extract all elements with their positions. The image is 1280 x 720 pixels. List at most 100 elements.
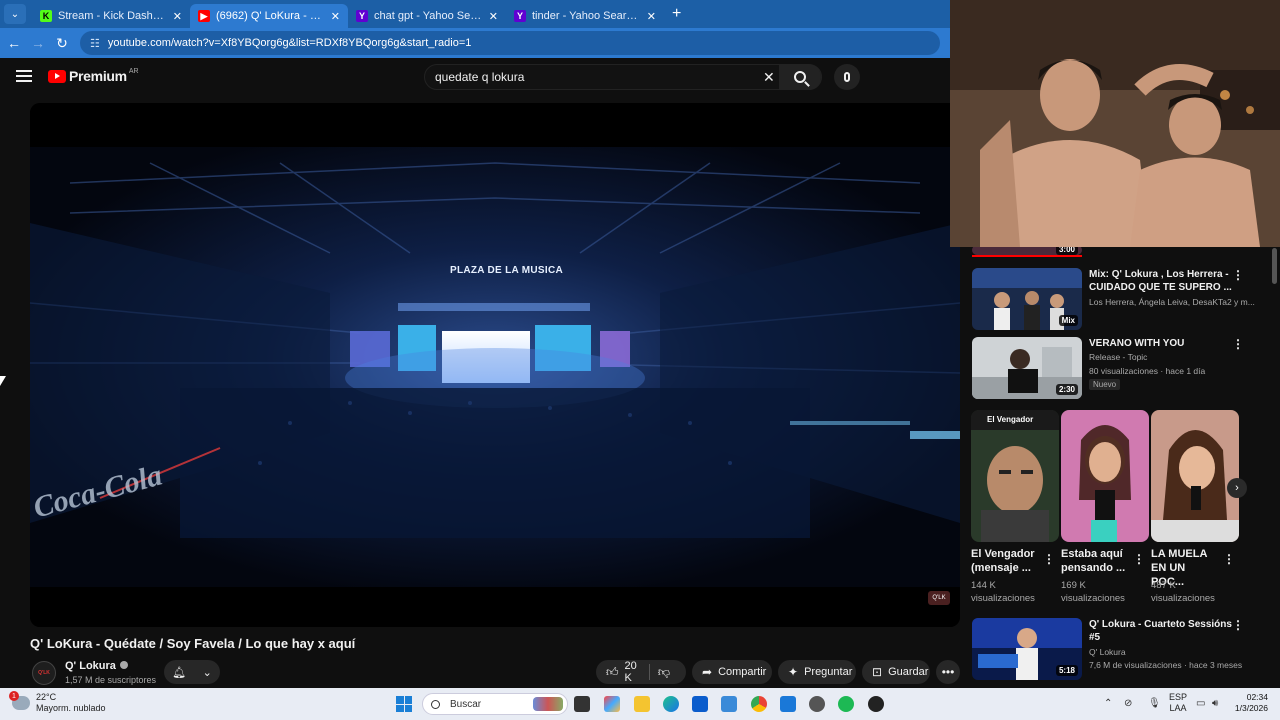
short-art bbox=[1061, 410, 1149, 542]
more-icon[interactable]: ⋮ bbox=[1232, 337, 1244, 351]
share-button[interactable]: ➦ Compartir bbox=[692, 660, 772, 684]
channel-name[interactable]: Q' Lokura bbox=[65, 660, 128, 672]
copilot-icon[interactable] bbox=[604, 696, 620, 712]
youtube-play-icon bbox=[48, 69, 66, 83]
search-button[interactable] bbox=[779, 64, 821, 90]
shorts-next-button[interactable]: › bbox=[1227, 478, 1247, 498]
short-overlay-label: El Vengador bbox=[987, 415, 1034, 424]
weather-temp: 22°C bbox=[36, 692, 57, 702]
channel-watermark[interactable]: Q'LK bbox=[928, 591, 950, 605]
search-box: ✕ bbox=[424, 64, 822, 90]
share-label: Compartir bbox=[718, 666, 767, 678]
start-button[interactable] bbox=[396, 696, 412, 712]
duration-badge: 2:30 bbox=[1055, 384, 1078, 395]
weather-widget[interactable]: 1 22°C Mayorm. nublado bbox=[9, 691, 106, 714]
divider bbox=[649, 664, 650, 680]
youtube-icon: ▶ bbox=[198, 10, 210, 22]
bell-icon: 🔔︎ bbox=[172, 666, 187, 679]
close-icon[interactable]: ✕ bbox=[647, 10, 656, 23]
more-actions-button[interactable]: ••• bbox=[936, 660, 960, 684]
sidebar-scrollbar[interactable] bbox=[1272, 248, 1277, 284]
dislike-icon[interactable]: 👎︎ bbox=[658, 665, 670, 680]
sparkle-icon: ✦ bbox=[788, 665, 799, 679]
windows-taskbar: 1 22°C Mayorm. nublado Buscar ⌃ ⊘ 🎙︎ ESP… bbox=[0, 688, 1280, 720]
taskbar-search[interactable]: Buscar bbox=[422, 693, 568, 715]
site-info-icon[interactable]: ☷ bbox=[90, 37, 100, 50]
video-title: Mix: Q' Lokura , Los Herrera - CUIDADO Q… bbox=[1089, 269, 1232, 293]
spotify-icon[interactable] bbox=[838, 696, 854, 712]
url-text: youtube.com/watch?v=Xf8YBQorg6g&list=RDX… bbox=[107, 37, 472, 49]
chrome-icon[interactable] bbox=[751, 696, 767, 712]
more-icon[interactable]: ⋮ bbox=[1223, 552, 1235, 566]
tab-kick[interactable]: K Stream - Kick Dashboard ✕ bbox=[32, 4, 190, 28]
share-icon: ➦ bbox=[702, 665, 713, 679]
logo-text: Premium bbox=[69, 68, 127, 84]
short-thumbnail[interactable] bbox=[1151, 410, 1239, 542]
close-icon[interactable]: ✕ bbox=[489, 10, 498, 23]
new-tab-button[interactable]: + bbox=[672, 5, 681, 23]
tab-yahoo-chatgpt[interactable]: Y chat gpt - Yahoo Search Tus resultados… bbox=[348, 4, 506, 28]
short-views: 144 K visualizaciones bbox=[971, 580, 1035, 604]
like-count[interactable]: 20 K bbox=[625, 660, 642, 684]
settings-icon[interactable] bbox=[809, 696, 825, 712]
browser-tabbar: ⌄ K Stream - Kick Dashboard ✕ ▶ (6962) Q… bbox=[0, 0, 950, 28]
watch-progress bbox=[972, 255, 1082, 257]
mix-badge: Mix bbox=[1058, 315, 1078, 326]
more-icon[interactable]: ⋮ bbox=[1043, 552, 1055, 566]
display-icon[interactable]: ▭ bbox=[1196, 698, 1205, 709]
search-input[interactable] bbox=[425, 70, 745, 84]
chevron-up-icon[interactable]: ⌃ bbox=[1104, 698, 1112, 709]
webcam-overlay bbox=[950, 0, 1280, 247]
like-icon[interactable]: 👍︎ bbox=[606, 665, 619, 680]
subscription-bell-button[interactable]: 🔔︎ ⌄ bbox=[164, 660, 220, 684]
menu-icon[interactable] bbox=[16, 70, 32, 82]
file-explorer-icon[interactable] bbox=[634, 696, 650, 712]
more-icon[interactable]: ⋮ bbox=[1232, 618, 1244, 632]
short-views: 169 K visualizaciones bbox=[1061, 580, 1125, 604]
microphone-icon bbox=[844, 72, 850, 82]
video-channel: Q' Lokura bbox=[1089, 647, 1126, 657]
short-thumbnail[interactable] bbox=[971, 410, 1059, 542]
language-indicator[interactable]: ESP LAA bbox=[1169, 692, 1187, 714]
webcam-feed bbox=[950, 0, 1280, 247]
tab-youtube[interactable]: ▶ (6962) Q' LoKura - Quédate / Soy Favel… bbox=[190, 4, 348, 28]
more-icon[interactable]: ⋮ bbox=[1232, 268, 1244, 282]
short-title[interactable]: Estaba aquí pensando ... bbox=[1061, 547, 1131, 575]
forward-icon[interactable]: → bbox=[26, 35, 50, 51]
app-icon[interactable] bbox=[868, 696, 884, 712]
country-code: AR bbox=[128, 67, 139, 75]
clear-search-icon[interactable]: ✕ bbox=[763, 69, 775, 86]
channel-avatar[interactable]: Q'LK bbox=[32, 661, 56, 685]
mic-icon[interactable]: 🎙︎ bbox=[1148, 698, 1161, 709]
clock[interactable]: 02:34 1/3/2026 bbox=[1232, 692, 1268, 714]
more-icon[interactable]: ⋮ bbox=[1133, 552, 1145, 566]
photos-icon[interactable] bbox=[780, 696, 796, 712]
outlook-icon[interactable] bbox=[721, 696, 737, 712]
reload-icon[interactable]: ↻ bbox=[50, 35, 74, 52]
tab-yahoo-tinder[interactable]: Y tinder - Yahoo Search Tus resultados ✕ bbox=[506, 4, 664, 28]
volume-icon[interactable]: 🔊︎ bbox=[1212, 698, 1218, 709]
short-title[interactable]: El Vengador (mensaje ... bbox=[971, 547, 1041, 575]
close-icon[interactable]: ✕ bbox=[173, 10, 182, 23]
save-button[interactable]: ⊡ Guardar bbox=[862, 660, 930, 684]
voice-search-button[interactable] bbox=[834, 64, 860, 90]
back-icon[interactable]: ← bbox=[2, 35, 26, 51]
search-icon bbox=[431, 699, 440, 709]
video-player[interactable]: PLAZA DE LA MUSICA Coca-Cola Q'LK bbox=[30, 103, 960, 627]
short-thumbnail[interactable] bbox=[1061, 410, 1149, 542]
edge-icon[interactable] bbox=[663, 696, 679, 712]
address-bar: ← → ↻ ☷ youtube.com/watch?v=Xf8YBQorg6g&… bbox=[0, 28, 950, 58]
ask-label: Preguntar bbox=[804, 666, 853, 678]
duration-badge: 5:18 bbox=[1055, 665, 1078, 676]
url-field[interactable]: ☷ youtube.com/watch?v=Xf8YBQorg6g&list=R… bbox=[80, 31, 940, 55]
network-off-icon[interactable]: ⊘ bbox=[1124, 698, 1132, 709]
chevron-down-icon: ⌄ bbox=[202, 666, 212, 679]
task-view-icon[interactable] bbox=[574, 696, 590, 712]
store-icon[interactable] bbox=[692, 696, 708, 712]
yahoo-icon: Y bbox=[514, 10, 526, 22]
close-icon[interactable]: ✕ bbox=[331, 10, 340, 23]
youtube-logo[interactable]: Premium AR bbox=[48, 68, 139, 84]
tab-search-button[interactable]: ⌄ bbox=[4, 4, 26, 24]
ask-button[interactable]: ✦ Preguntar bbox=[778, 660, 856, 684]
notification-badge: 1 bbox=[9, 691, 19, 701]
